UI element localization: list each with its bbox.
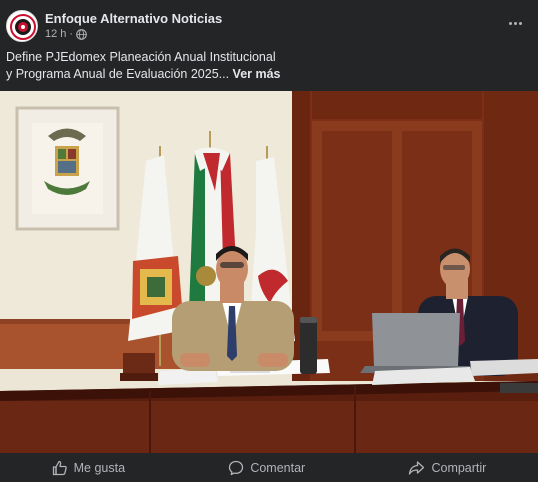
post-meta: 12 h · <box>45 28 87 40</box>
post-text-line-2-content: y Programa Anual de Evaluación 2025... <box>6 67 230 81</box>
post-text-line-2: y Programa Anual de Evaluación 2025... V… <box>6 66 526 83</box>
post-time[interactable]: 12 h <box>45 28 66 40</box>
comment-icon <box>229 460 244 475</box>
post-photo[interactable] <box>0 91 538 453</box>
meeting-photo <box>0 91 538 453</box>
like-label: Me gusta <box>73 460 126 475</box>
page-name[interactable]: Enfoque Alternativo Noticias <box>45 11 222 26</box>
share-icon <box>409 460 425 475</box>
share-label: Compartir <box>431 460 487 475</box>
more-options-icon[interactable] <box>504 14 526 32</box>
like-button[interactable]: Me gusta <box>52 460 125 476</box>
post-header: Enfoque Alternativo Noticias 12 h · <box>0 0 538 48</box>
post-text: Define PJEdomex Planeación Anual Institu… <box>6 49 526 83</box>
thumbs-up-icon <box>52 460 67 475</box>
share-button[interactable]: Compartir <box>408 460 486 476</box>
globe-icon[interactable] <box>76 28 87 40</box>
page-logo <box>8 12 37 41</box>
meta-separator: · <box>69 28 74 40</box>
comment-label: Comentar <box>250 460 306 475</box>
comment-button[interactable]: Comentar <box>228 460 305 476</box>
see-more-link[interactable]: Ver más <box>233 67 281 81</box>
post-actions-bar: Me gusta Comentar Compartir <box>0 453 538 482</box>
facebook-post: Enfoque Alternativo Noticias 12 h · Defi… <box>0 0 538 482</box>
page-avatar[interactable] <box>6 10 38 42</box>
post-text-line-1: Define PJEdomex Planeación Anual Institu… <box>6 50 276 64</box>
